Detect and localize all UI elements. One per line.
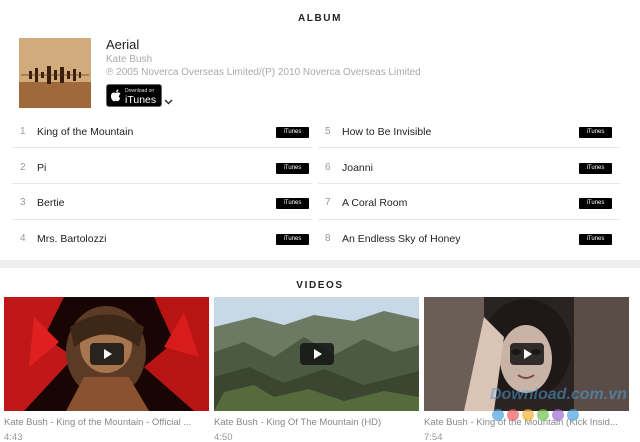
track-number: 3: [20, 197, 26, 208]
itunes-track-button[interactable]: iTunes: [276, 198, 309, 209]
track-row[interactable]: 4 Mrs. Bartolozzi iTunes: [20, 233, 310, 269]
itunes-track-button[interactable]: iTunes: [579, 163, 612, 174]
track-title[interactable]: Mrs. Bartolozzi: [37, 233, 106, 245]
track-row[interactable]: 3 Bertie iTunes: [20, 197, 310, 233]
divider: [318, 147, 620, 148]
video-title[interactable]: Kate Bush - King Of The Mountain (HD): [214, 417, 419, 428]
watermark-dot: [522, 409, 534, 421]
track-number: 4: [20, 233, 26, 244]
track-title[interactable]: A Coral Room: [342, 197, 407, 209]
track-title[interactable]: An Endless Sky of Honey: [342, 233, 460, 245]
watermark-text: Download.com.vn: [490, 386, 627, 403]
play-icon[interactable]: [89, 343, 124, 365]
itunes-badge-big-text: iTunes: [125, 94, 157, 106]
video-duration: 7:54: [424, 432, 443, 442]
divider: [12, 147, 312, 148]
divider: [12, 183, 312, 184]
play-icon[interactable]: [299, 343, 334, 365]
itunes-track-button[interactable]: iTunes: [579, 127, 612, 138]
apple-icon: [110, 89, 122, 107]
track-row[interactable]: 5 How to Be Invisible iTunes: [325, 126, 615, 162]
track-row[interactable]: 6 Joanni iTunes: [325, 162, 615, 198]
video-thumbnail[interactable]: [4, 297, 209, 411]
album-artist-link[interactable]: Kate Bush: [106, 54, 152, 65]
chevron-down-icon[interactable]: [164, 92, 173, 110]
watermark-dot: [552, 409, 564, 421]
video-title[interactable]: Kate Bush - King of the Mountain - Offic…: [4, 417, 209, 428]
itunes-track-button[interactable]: iTunes: [276, 234, 309, 245]
itunes-track-button[interactable]: iTunes: [579, 234, 612, 245]
track-number: 2: [20, 162, 26, 173]
watermark-dot: [537, 409, 549, 421]
divider: [318, 183, 620, 184]
watermark-dots: [492, 408, 582, 426]
track-row[interactable]: 1 King of the Mountain iTunes: [20, 126, 310, 162]
video-card[interactable]: Kate Bush - King of the Mountain - Offic…: [4, 297, 209, 442]
album-cover-image[interactable]: [19, 38, 91, 108]
track-title[interactable]: How to Be Invisible: [342, 126, 431, 138]
play-icon[interactable]: [509, 343, 544, 365]
divider: [12, 219, 312, 220]
video-duration: 4:43: [4, 432, 23, 442]
album-copyright: ℗ 2005 Noverca Overseas Limited/(P) 2010…: [106, 67, 421, 78]
album-title: Aerial: [106, 37, 140, 52]
watermark-dot: [567, 409, 579, 421]
track-title[interactable]: Bertie: [37, 197, 64, 209]
track-title[interactable]: King of the Mountain: [37, 126, 133, 138]
track-row[interactable]: 7 A Coral Room iTunes: [325, 197, 615, 233]
album-section-title: ALBUM: [297, 13, 343, 24]
video-card[interactable]: Kate Bush - King Of The Mountain (HD) 4:…: [214, 297, 419, 442]
track-title[interactable]: Pi: [37, 162, 46, 174]
track-number: 7: [325, 197, 331, 208]
track-number: 5: [325, 126, 331, 137]
track-number: 8: [325, 233, 331, 244]
watermark-dot: [492, 409, 504, 421]
album-panel: ALBUM Aerial Kate Bush ℗ 2005 Noverca Ov…: [0, 0, 640, 260]
track-title[interactable]: Joanni: [342, 162, 373, 174]
itunes-track-button[interactable]: iTunes: [276, 163, 309, 174]
track-number: 1: [20, 126, 26, 137]
video-duration: 4:50: [214, 432, 233, 442]
itunes-download-badge[interactable]: Download on iTunes: [106, 84, 162, 107]
watermark-dot: [507, 409, 519, 421]
track-number: 6: [325, 162, 331, 173]
track-row[interactable]: 2 Pi iTunes: [20, 162, 310, 198]
itunes-track-button[interactable]: iTunes: [579, 198, 612, 209]
divider: [318, 219, 620, 220]
videos-section-title: VIDEOS: [296, 280, 344, 291]
itunes-track-button[interactable]: iTunes: [276, 127, 309, 138]
track-row[interactable]: 8 An Endless Sky of Honey iTunes: [325, 233, 615, 269]
video-thumbnail[interactable]: [214, 297, 419, 411]
